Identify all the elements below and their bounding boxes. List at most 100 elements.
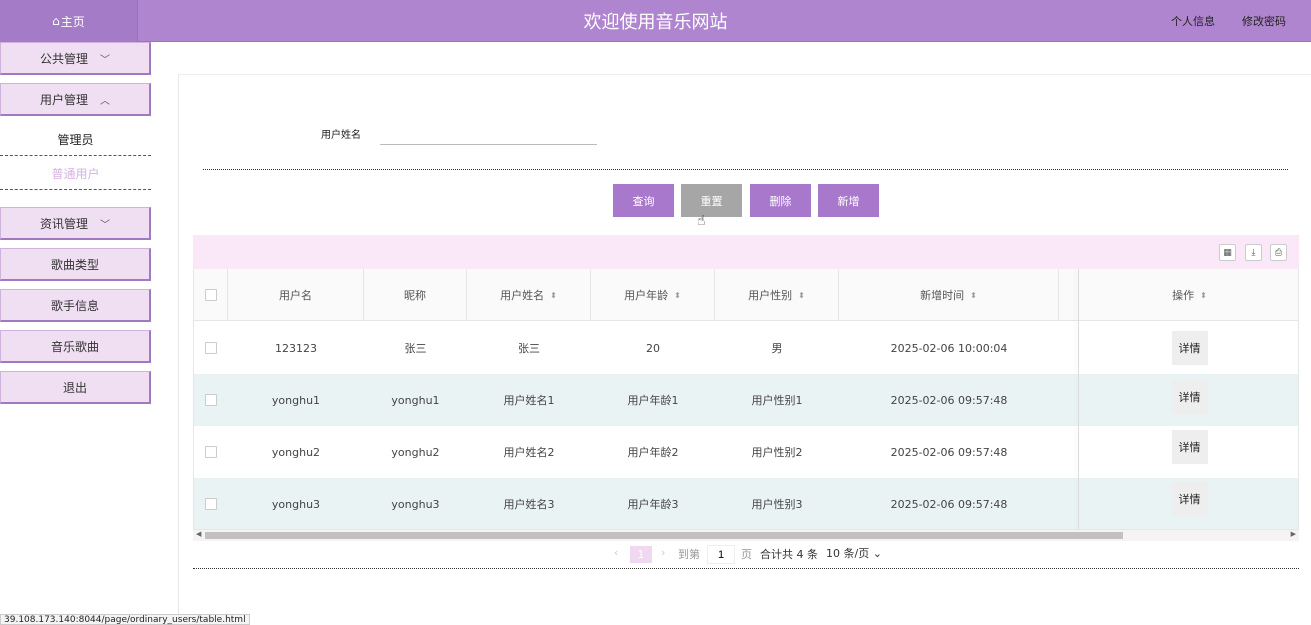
cell-nickname: 张三: [404, 342, 427, 355]
header-checkbox-cell: [194, 269, 228, 321]
sidebar-subitem-ordinary-users[interactable]: 普通用户: [0, 157, 151, 190]
cell-username: yonghu3: [271, 497, 321, 511]
total-count: 合计共 4 条: [760, 548, 818, 561]
top-header: ⌂ 主页 欢迎使用音乐网站 个人信息 修改密码: [0, 0, 1311, 42]
chevron-down-icon: ⌄: [872, 547, 882, 560]
column-header-age[interactable]: 用户年龄 ⬍: [591, 269, 715, 321]
column-header-gender[interactable]: 用户性别 ⬍: [715, 269, 839, 321]
cell-action: 详情: [1079, 322, 1298, 374]
sidebar-item-users[interactable]: 用户管理 ︿: [0, 83, 151, 116]
home-link[interactable]: ⌂ 主页: [0, 0, 138, 42]
cell-name: 张三: [518, 342, 540, 355]
pagination: ‹ 1 › 到第 页 合计共 4 条 10 条/页 ⌄: [193, 541, 1299, 569]
sidebar-subitem-admin[interactable]: 管理员: [0, 123, 151, 156]
sidebar-subitem-label: 普通用户: [51, 166, 100, 181]
page-size-select[interactable]: 10 条/页 ⌄: [826, 545, 882, 561]
column-header-label: 新增时间: [920, 289, 965, 302]
data-table: 用户名 昵称 用户姓名 ⬍ 用户年龄 ⬍ 用户性别 ⬍ 新增时间 ⬍ 操作 ⬍ …: [193, 269, 1299, 541]
detail-button[interactable]: 详情: [1171, 380, 1208, 414]
cell-created: 2025-02-06 09:57:48: [890, 445, 1008, 459]
scrollbar-thumb[interactable]: [205, 532, 1123, 539]
detail-button[interactable]: 详情: [1171, 430, 1208, 464]
scroll-left-icon[interactable]: ◀: [196, 530, 201, 538]
columns-icon[interactable]: ▦: [1219, 244, 1236, 261]
cell-created: 2025-02-06 09:57:48: [890, 393, 1008, 407]
cell-nickname: yonghu1: [391, 393, 440, 407]
query-button[interactable]: 查询: [613, 184, 674, 217]
sidebar-subitem-label: 管理员: [57, 132, 94, 147]
table-toolbar: ▦ ⤓ ⎙: [193, 235, 1299, 269]
column-header-label: 用户姓名: [500, 289, 545, 302]
table-header-row: 用户名 昵称 用户姓名 ⬍ 用户年龄 ⬍ 用户性别 ⬍ 新增时间 ⬍ 操作 ⬍: [194, 269, 1298, 321]
sidebar-item-logout[interactable]: 退出: [0, 371, 151, 404]
sidebar-item-label: 退出: [62, 380, 87, 395]
browser-status-url: 39.108.173.140:8044/page/ordinary_users/…: [0, 614, 250, 625]
cell-created: 2025-02-06 10:00:04: [890, 341, 1008, 355]
row-checkbox-cell: [194, 322, 228, 374]
cell-action: 详情: [1079, 374, 1298, 426]
print-icon[interactable]: ⎙: [1270, 244, 1287, 261]
reset-button[interactable]: 重置: [681, 184, 742, 217]
table-row: yonghu2 yonghu2 用户姓名2 用户年龄2 用户性别2 2025-0…: [194, 426, 1298, 478]
detail-button[interactable]: 详情: [1171, 482, 1208, 516]
detail-button[interactable]: 详情: [1171, 331, 1208, 365]
delete-button[interactable]: 删除: [750, 184, 811, 217]
cell-action: 详情: [1079, 478, 1298, 530]
row-checkbox-cell: [194, 374, 228, 426]
sort-icon[interactable]: ⬍: [970, 291, 977, 300]
sidebar-item-song-types[interactable]: 歌曲类型: [0, 248, 151, 281]
cell-gender: 男: [771, 342, 783, 355]
sidebar-item-songs[interactable]: 音乐歌曲: [0, 330, 151, 363]
search-input[interactable]: [380, 123, 597, 145]
row-checkbox[interactable]: [205, 342, 217, 354]
page-unit-label: 页: [741, 548, 752, 561]
column-header-created[interactable]: 新增时间 ⬍: [839, 269, 1059, 321]
chevron-up-icon: ︿: [100, 95, 110, 107]
row-checkbox[interactable]: [205, 446, 217, 458]
sort-icon[interactable]: ⬍: [1200, 291, 1207, 300]
export-icon[interactable]: ⤓: [1245, 244, 1262, 261]
column-header-action[interactable]: 操作 ⬍: [1079, 269, 1298, 321]
select-all-checkbox[interactable]: [204, 289, 217, 301]
cell-age: 用户年龄3: [627, 498, 679, 511]
sidebar-item-label: 音乐歌曲: [50, 339, 99, 354]
prev-page-icon[interactable]: ‹: [614, 546, 618, 559]
goto-label: 到第: [678, 548, 700, 561]
row-checkbox-cell: [194, 426, 228, 478]
column-header-label: 用户年龄: [624, 289, 669, 302]
sidebar-item-singers[interactable]: 歌手信息: [0, 289, 151, 322]
mouse-cursor-icon: ☝: [697, 213, 706, 229]
cell-name: 用户姓名1: [503, 394, 555, 407]
add-button[interactable]: 新增: [818, 184, 879, 217]
change-password-link[interactable]: 修改密码: [1242, 13, 1286, 29]
sidebar-item-news[interactable]: 资讯管理 ﹀: [0, 207, 151, 240]
sort-icon[interactable]: ⬍: [550, 291, 557, 300]
sidebar-item-public[interactable]: 公共管理 ﹀: [0, 42, 151, 75]
current-page[interactable]: 1: [630, 546, 652, 563]
fixed-column-divider: [1078, 269, 1079, 529]
search-label: 用户姓名: [321, 130, 361, 141]
cell-gender: 用户性别2: [751, 446, 803, 459]
sidebar-item-label: 歌曲类型: [50, 257, 99, 272]
page-size-value: 10 条/页: [826, 547, 870, 560]
row-checkbox[interactable]: [205, 394, 217, 406]
table-row: yonghu1 yonghu1 用户姓名1 用户年龄1 用户性别1 2025-0…: [194, 374, 1298, 426]
profile-link[interactable]: 个人信息: [1171, 13, 1215, 29]
column-header-label: 用户性别: [748, 289, 793, 302]
cell-age: 20: [646, 341, 660, 355]
cell-created: 2025-02-06 09:57:48: [890, 497, 1008, 511]
cell-gender: 用户性别1: [751, 394, 803, 407]
goto-page-input[interactable]: [707, 545, 735, 564]
sort-icon[interactable]: ⬍: [798, 291, 805, 300]
horizontal-scrollbar[interactable]: ◀ ▶: [193, 529, 1299, 541]
row-checkbox[interactable]: [205, 498, 217, 510]
cell-username: 123123: [275, 341, 317, 355]
cell-username: yonghu2: [271, 445, 321, 459]
scroll-right-icon[interactable]: ▶: [1291, 530, 1296, 538]
column-header-name[interactable]: 用户姓名 ⬍: [467, 269, 591, 321]
sidebar-item-label: 用户管理: [39, 92, 88, 107]
next-page-icon[interactable]: ›: [661, 546, 665, 559]
cell-name: 用户姓名3: [503, 498, 555, 511]
sort-icon[interactable]: ⬍: [674, 291, 681, 300]
home-icon: ⌂: [52, 14, 60, 28]
